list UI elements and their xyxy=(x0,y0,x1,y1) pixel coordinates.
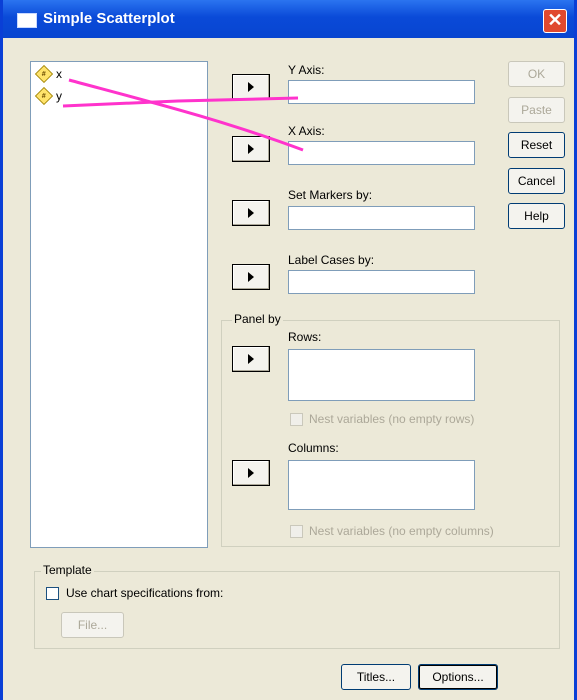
rows-field[interactable] xyxy=(288,349,475,401)
reset-button[interactable]: Reset xyxy=(508,132,565,158)
panel-by-title: Panel by xyxy=(232,312,283,326)
set-markers-label: Set Markers by: xyxy=(288,188,373,202)
right-arrow-icon xyxy=(248,354,254,364)
y-axis-move-button[interactable] xyxy=(232,74,270,100)
nest-columns-label: Nest variables (no empty columns) xyxy=(309,524,494,538)
columns-move-button[interactable] xyxy=(232,460,270,486)
variable-item-y[interactable]: # y xyxy=(34,86,62,106)
options-button[interactable]: Options... xyxy=(418,664,498,690)
scale-variable-icon: # xyxy=(34,86,54,106)
scale-variable-icon: # xyxy=(34,64,54,84)
cancel-button[interactable]: Cancel xyxy=(508,168,565,194)
variable-label: x xyxy=(56,67,62,81)
ok-button[interactable]: OK xyxy=(508,61,565,87)
use-chart-spec-checkbox[interactable] xyxy=(46,587,59,600)
columns-field[interactable] xyxy=(288,460,475,510)
set-markers-move-button[interactable] xyxy=(232,200,270,226)
set-markers-field[interactable] xyxy=(288,206,475,230)
x-axis-label: X Axis: xyxy=(288,124,325,138)
window-title: Simple Scatterplot xyxy=(43,10,175,27)
title-bar[interactable]: Simple Scatterplot ✕ xyxy=(3,0,574,38)
right-arrow-icon xyxy=(248,144,254,154)
nest-rows-checkbox[interactable] xyxy=(290,413,303,426)
columns-label: Columns: xyxy=(288,441,339,455)
rows-move-button[interactable] xyxy=(232,346,270,372)
x-axis-field[interactable] xyxy=(288,141,475,165)
variable-item-x[interactable]: # x xyxy=(34,64,62,84)
variable-list[interactable]: # x # y xyxy=(30,61,208,548)
right-arrow-icon xyxy=(248,82,254,92)
nest-rows-label: Nest variables (no empty rows) xyxy=(309,412,475,426)
variable-label: y xyxy=(56,89,62,103)
paste-button[interactable]: Paste xyxy=(508,97,565,123)
y-axis-label: Y Axis: xyxy=(288,63,325,77)
use-chart-spec-label: Use chart specifications from: xyxy=(66,586,224,600)
right-arrow-icon xyxy=(248,272,254,282)
label-cases-label: Label Cases by: xyxy=(288,253,375,267)
close-button[interactable]: ✕ xyxy=(543,9,567,33)
help-button[interactable]: Help xyxy=(508,203,565,229)
label-cases-move-button[interactable] xyxy=(232,264,270,290)
dialog-window: Simple Scatterplot ✕ # x # y Y Axis: X A… xyxy=(0,0,577,700)
label-cases-field[interactable] xyxy=(288,270,475,294)
file-button[interactable]: File... xyxy=(61,612,124,638)
template-title: Template xyxy=(41,563,94,577)
window-icon xyxy=(17,13,37,28)
right-arrow-icon xyxy=(248,468,254,478)
rows-label: Rows: xyxy=(288,330,322,344)
right-arrow-icon xyxy=(248,208,254,218)
x-axis-move-button[interactable] xyxy=(232,136,270,162)
titles-button[interactable]: Titles... xyxy=(341,664,411,690)
nest-columns-checkbox[interactable] xyxy=(290,525,303,538)
y-axis-field[interactable] xyxy=(288,80,475,104)
